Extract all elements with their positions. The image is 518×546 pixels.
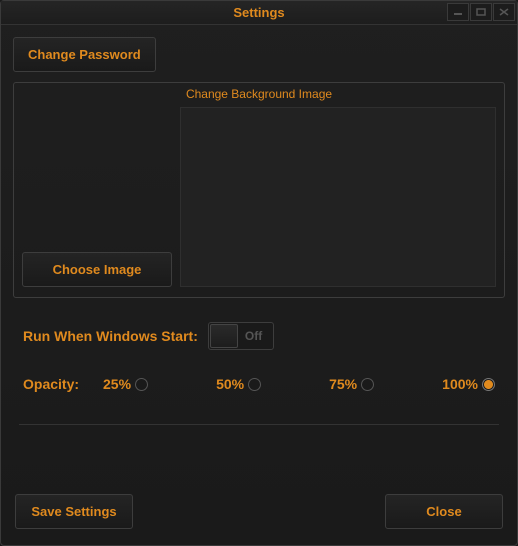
radio-icon xyxy=(248,378,261,391)
divider xyxy=(19,424,499,425)
save-settings-button[interactable]: Save Settings xyxy=(15,494,133,529)
opacity-option-label: 75% xyxy=(329,376,357,392)
background-preview xyxy=(180,107,496,287)
radio-icon xyxy=(361,378,374,391)
radio-icon xyxy=(482,378,495,391)
toggle-state-label: Off xyxy=(245,329,262,343)
settings-window: Settings Change Password Change Backgrou… xyxy=(0,0,518,546)
opacity-option-label: 100% xyxy=(442,376,478,392)
minimize-icon[interactable] xyxy=(447,3,469,21)
opacity-label: Opacity: xyxy=(23,376,79,392)
opacity-radio-group: 25% 50% 75% 100% xyxy=(103,376,505,392)
titlebar: Settings xyxy=(1,1,517,25)
opacity-option-label: 50% xyxy=(216,376,244,392)
opacity-option-25[interactable]: 25% xyxy=(103,376,148,392)
background-section-title: Change Background Image xyxy=(22,87,496,101)
window-title: Settings xyxy=(233,5,284,20)
opacity-option-75[interactable]: 75% xyxy=(329,376,374,392)
run-on-start-label: Run When Windows Start: xyxy=(23,328,198,344)
opacity-option-label: 25% xyxy=(103,376,131,392)
footer: Save Settings Close xyxy=(13,494,505,533)
opacity-option-50[interactable]: 50% xyxy=(216,376,261,392)
background-image-section: Change Background Image Choose Image xyxy=(13,82,505,298)
opacity-option-100[interactable]: 100% xyxy=(442,376,495,392)
maximize-icon[interactable] xyxy=(470,3,492,21)
choose-image-button[interactable]: Choose Image xyxy=(22,252,172,287)
toggle-knob-icon xyxy=(210,324,238,348)
change-password-button[interactable]: Change Password xyxy=(13,37,156,72)
radio-icon xyxy=(135,378,148,391)
content: Change Password Change Background Image … xyxy=(1,25,517,545)
close-button[interactable]: Close xyxy=(385,494,503,529)
window-controls xyxy=(447,3,515,21)
close-icon[interactable] xyxy=(493,3,515,21)
run-on-start-toggle[interactable]: Off xyxy=(208,322,274,350)
